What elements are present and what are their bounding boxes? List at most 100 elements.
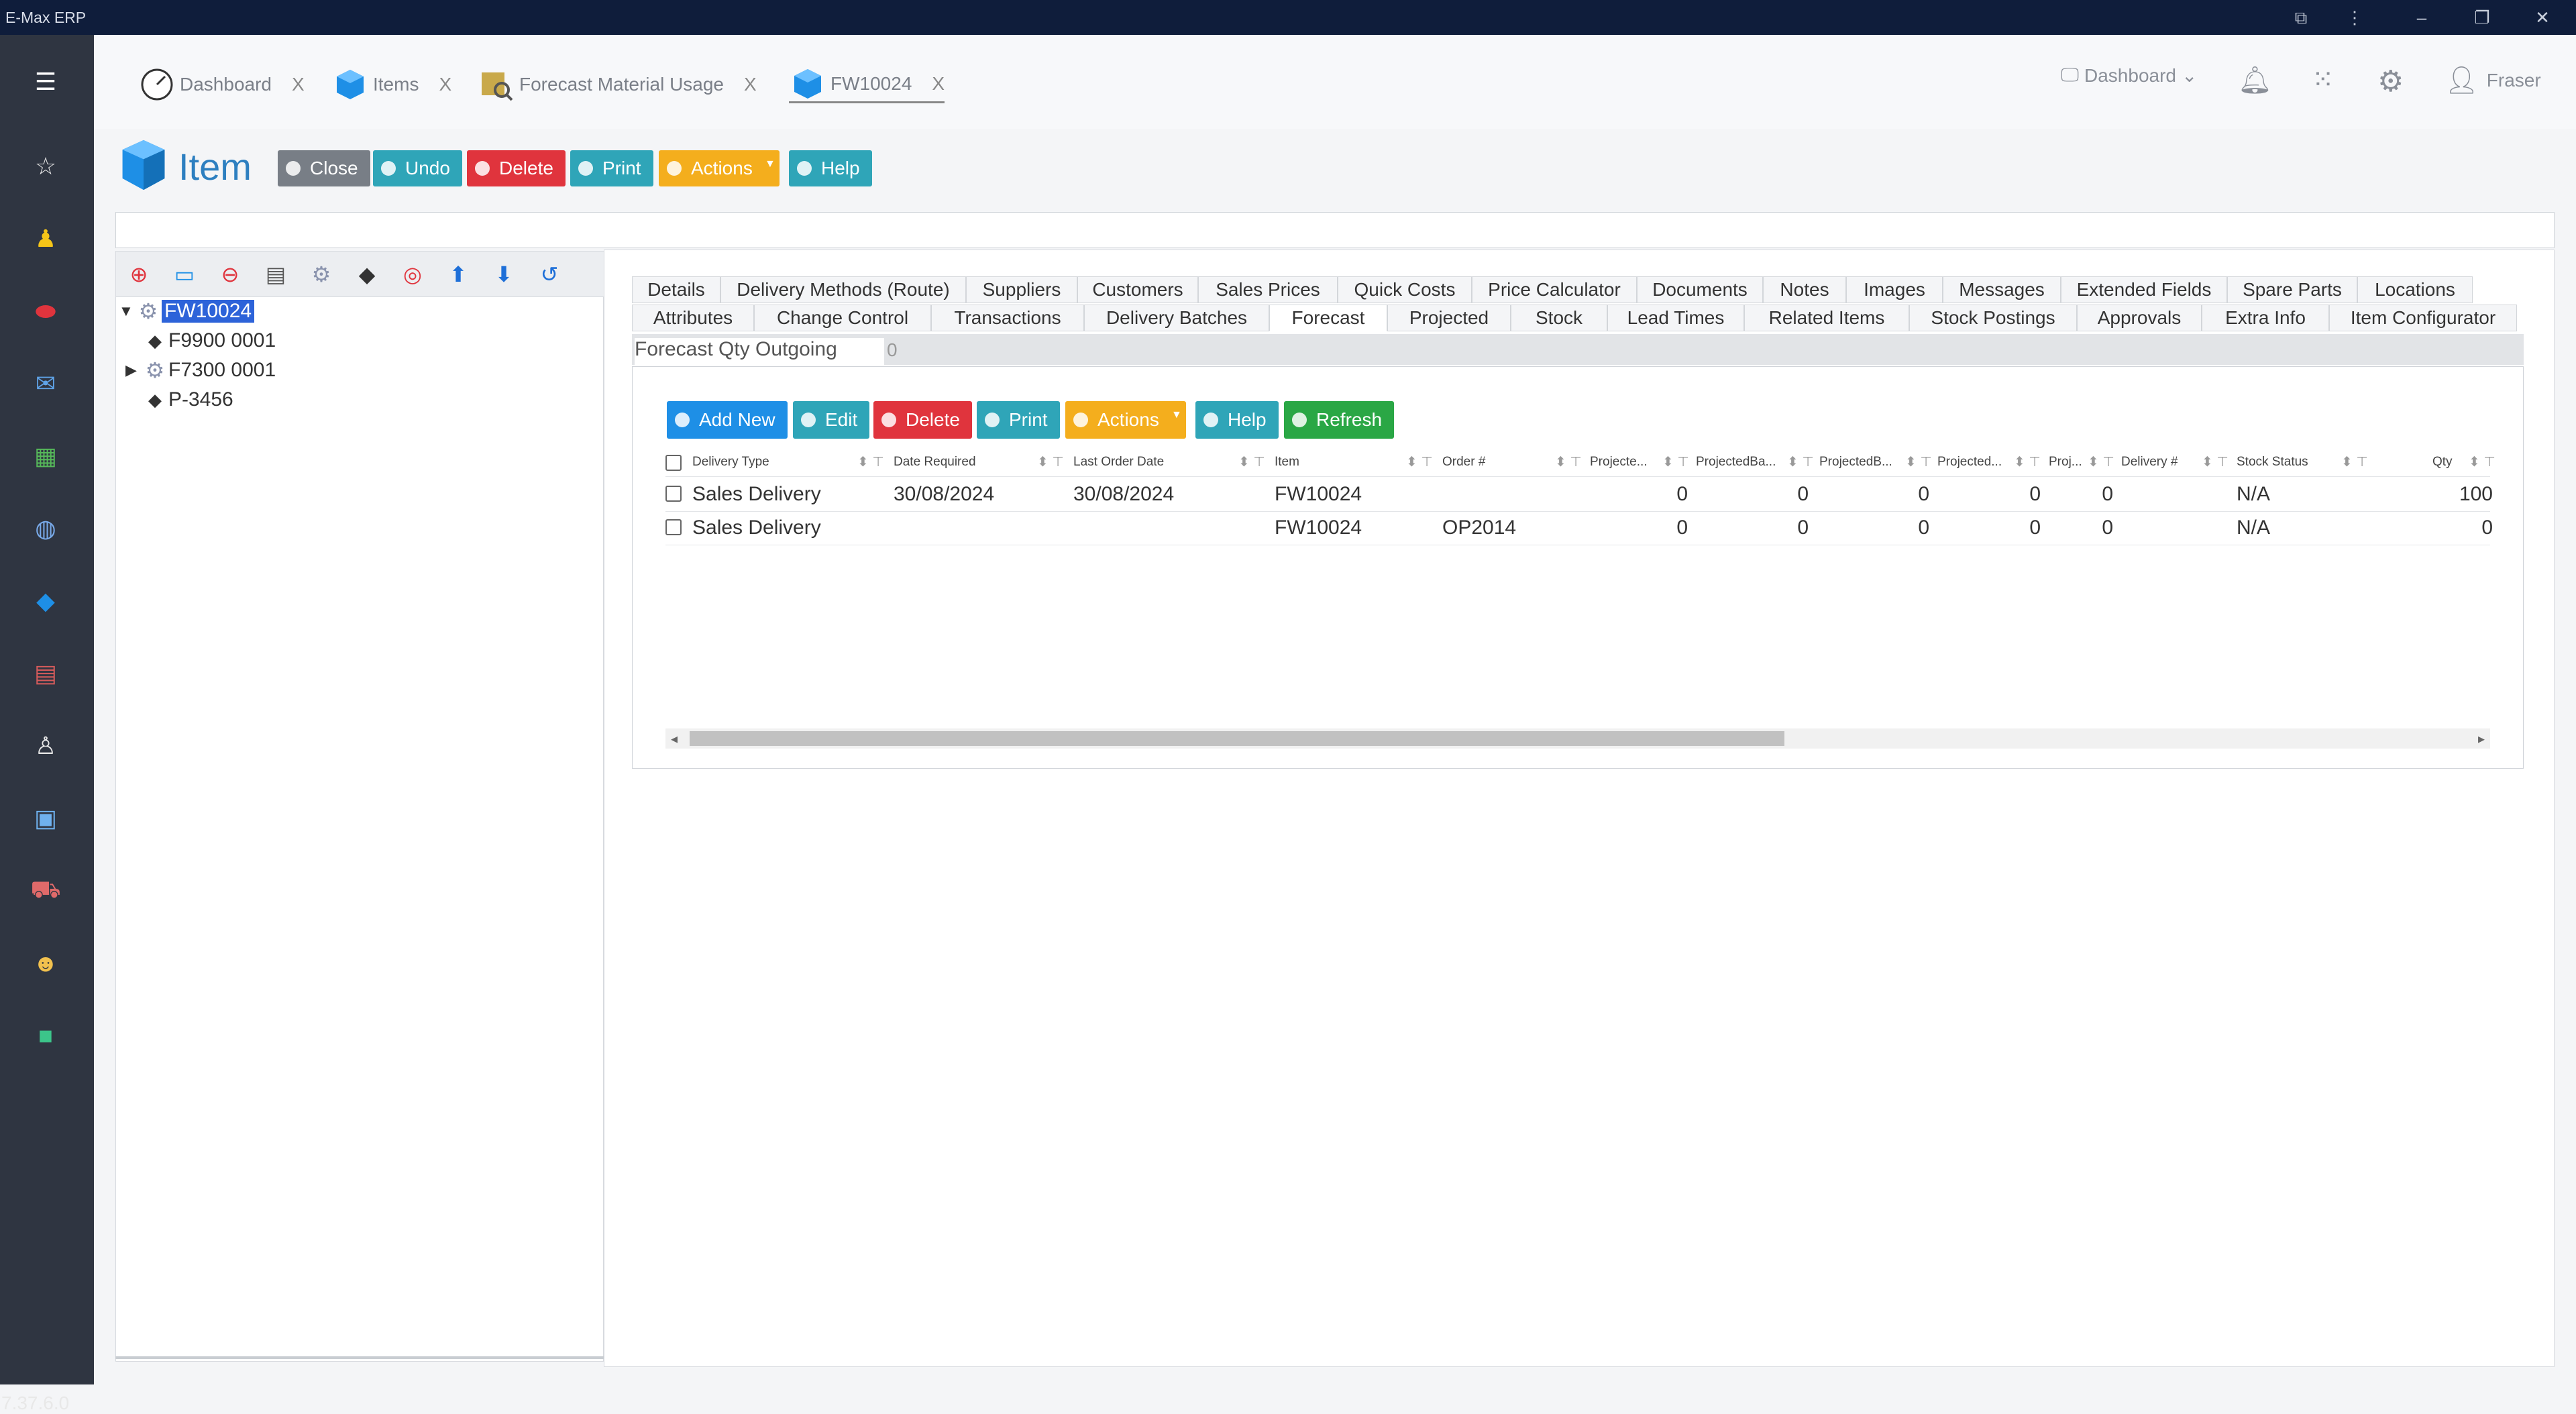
refresh-button[interactable]: Refresh <box>1284 401 1395 439</box>
more-vertical-icon[interactable]: ⋮ <box>2334 5 2375 30</box>
grid-icon[interactable]: ⁙ <box>2312 64 2334 95</box>
column-header-date-required[interactable]: Date Required <box>894 455 976 470</box>
tab-sales-prices[interactable]: Sales Prices <box>1198 276 1338 303</box>
sort-filter-icon[interactable]: ⬍ ⊤ <box>2469 453 2496 470</box>
column-header-qty[interactable]: Qty <box>2432 455 2453 470</box>
document-icon[interactable]: ▤ <box>262 261 289 288</box>
extension-icon[interactable]: ⧉ <box>2281 5 2321 30</box>
tree-node-child[interactable]: ▶ ⚙ F7300 0001 <box>125 356 276 384</box>
truck-icon[interactable]: ⛟ <box>28 873 63 908</box>
chart-icon[interactable]: ▦ <box>28 439 63 474</box>
window-icon[interactable]: ▭ <box>171 261 198 288</box>
expand-triangle-icon[interactable]: ▶ <box>125 362 142 379</box>
refresh-icon[interactable]: ↺ <box>536 261 563 288</box>
tree-node-root[interactable]: ▼ ⚙ FW10024 <box>119 297 255 325</box>
dropdown-caret-icon[interactable]: ▼ <box>765 158 775 170</box>
tab-suppliers[interactable]: Suppliers <box>966 276 1077 303</box>
tab-transactions[interactable]: Transactions <box>931 305 1084 331</box>
remove-icon[interactable]: ⊖ <box>217 261 244 288</box>
target-icon[interactable]: ◎ <box>399 261 426 288</box>
horizontal-scrollbar[interactable]: ◂ ▸ <box>665 728 2490 749</box>
hamburger-icon[interactable]: ☰ <box>28 64 63 99</box>
grid-delete-button[interactable]: Delete <box>873 401 972 439</box>
tree-node-child[interactable]: ◆ P-3456 <box>142 386 233 414</box>
bell-icon[interactable]: 🔔︎ <box>2238 64 2272 96</box>
close-window-button[interactable]: ✕ <box>2522 5 2563 30</box>
command-search-bar[interactable] <box>115 212 2555 248</box>
collapse-triangle-icon[interactable]: ▼ <box>119 303 135 320</box>
tab-related-items[interactable]: Related Items <box>1744 305 1909 331</box>
column-header-projected-4[interactable]: Projected... <box>1937 455 2002 470</box>
scroll-left-icon[interactable]: ◂ <box>671 730 678 747</box>
tab-documents[interactable]: Documents <box>1637 276 1763 303</box>
close-button[interactable]: Close <box>278 150 370 186</box>
tab-delivery-batches[interactable]: Delivery Batches <box>1084 305 1269 331</box>
add-icon[interactable]: ⊕ <box>125 261 152 288</box>
sort-filter-icon[interactable]: ⬍ ⊤ <box>1238 453 1265 470</box>
worker-icon[interactable]: ☻ <box>28 946 63 981</box>
tab-change-control[interactable]: Change Control <box>754 305 931 331</box>
tab-extra-info[interactable]: Extra Info <box>2202 305 2329 331</box>
sort-filter-icon[interactable]: ⬍ ⊤ <box>1037 453 1064 470</box>
mail-icon[interactable]: ✉ <box>28 366 63 401</box>
id-card-icon[interactable]: ▣ <box>28 801 63 836</box>
tab-lead-times[interactable]: Lead Times <box>1607 305 1744 331</box>
tab-items[interactable]: Items X <box>331 66 451 103</box>
sort-filter-icon[interactable]: ⬍ ⊤ <box>2341 453 2368 470</box>
tab-notes[interactable]: Notes <box>1763 276 1846 303</box>
tab-fw10024[interactable]: FW10024 X <box>789 66 945 103</box>
cube-icon[interactable]: ◆ <box>28 584 63 618</box>
column-header-last-order-date[interactable]: Last Order Date <box>1073 455 1164 470</box>
tab-stock[interactable]: Stock <box>1511 305 1607 331</box>
dropdown-caret-icon[interactable]: ▼ <box>1171 409 1182 421</box>
person-icon[interactable]: ♙ <box>28 728 63 763</box>
minimize-button[interactable]: – <box>2402 5 2442 30</box>
sort-filter-icon[interactable]: ⬍ ⊤ <box>2014 453 2041 470</box>
row-checkbox[interactable] <box>665 519 682 535</box>
gear-icon[interactable]: ⚙ <box>2377 64 2404 99</box>
sort-filter-icon[interactable]: ⬍ ⊤ <box>1787 453 1814 470</box>
tree-node-child[interactable]: ◆ F9900 0001 <box>142 327 276 355</box>
globe-icon[interactable]: ◍ <box>28 511 63 546</box>
tab-locations[interactable]: Locations <box>2357 276 2473 303</box>
column-header-stock-status[interactable]: Stock Status <box>2237 455 2308 470</box>
tab-details[interactable]: Details <box>632 276 720 303</box>
arrow-down-icon[interactable]: ⬇ <box>490 261 517 288</box>
tab-extended-fields[interactable]: Extended Fields <box>2061 276 2227 303</box>
column-header-projected-5[interactable]: Proj... <box>2049 455 2082 470</box>
delete-button[interactable]: Delete <box>467 150 566 186</box>
favorites-star-icon[interactable]: ☆ <box>28 149 63 184</box>
column-header-order-number[interactable]: Order # <box>1442 455 1485 470</box>
books-icon[interactable]: ▤ <box>28 656 63 691</box>
tab-forecast[interactable]: Forecast <box>1269 305 1387 331</box>
tab-price-calculator[interactable]: Price Calculator <box>1472 276 1637 303</box>
column-header-item[interactable]: Item <box>1275 455 1299 470</box>
tab-delivery-methods[interactable]: Delivery Methods (Route) <box>720 276 966 303</box>
undo-button[interactable]: Undo <box>373 150 462 186</box>
grid-help-button[interactable]: Help <box>1195 401 1279 439</box>
weight-icon[interactable]: ◆ <box>354 261 380 288</box>
actions-button[interactable]: Actions ▼ <box>659 150 780 186</box>
tab-customers[interactable]: Customers <box>1077 276 1198 303</box>
stop-icon[interactable]: ⬬ <box>28 294 63 329</box>
tab-item-configurator[interactable]: Item Configurator <box>2329 305 2517 331</box>
sort-filter-icon[interactable]: ⬍ ⊤ <box>1662 453 1689 470</box>
arrow-up-icon[interactable]: ⬆ <box>445 261 472 288</box>
tab-stock-postings[interactable]: Stock Postings <box>1909 305 2077 331</box>
panel-splitter[interactable] <box>115 1356 604 1359</box>
row-checkbox[interactable] <box>665 486 682 502</box>
column-header-projected-1[interactable]: Projecte... <box>1590 455 1648 470</box>
sort-filter-icon[interactable]: ⬍ ⊤ <box>2202 453 2229 470</box>
sort-filter-icon[interactable]: ⬍ ⊤ <box>1406 453 1433 470</box>
restore-button[interactable]: ❐ <box>2462 5 2502 30</box>
grid-print-button[interactable]: Print <box>977 401 1060 439</box>
user-pawn-icon[interactable]: ♟ <box>28 221 63 256</box>
note-icon[interactable]: ■ <box>28 1018 63 1053</box>
scroll-right-icon[interactable]: ▸ <box>2478 730 2485 747</box>
sort-filter-icon[interactable]: ⬍ ⊤ <box>1905 453 1932 470</box>
tab-attributes[interactable]: Attributes <box>632 305 754 331</box>
tab-spare-parts[interactable]: Spare Parts <box>2227 276 2357 303</box>
column-header-projected-2[interactable]: ProjectedBa... <box>1696 455 1776 470</box>
select-all-checkbox[interactable] <box>665 455 682 471</box>
tab-approvals[interactable]: Approvals <box>2077 305 2202 331</box>
